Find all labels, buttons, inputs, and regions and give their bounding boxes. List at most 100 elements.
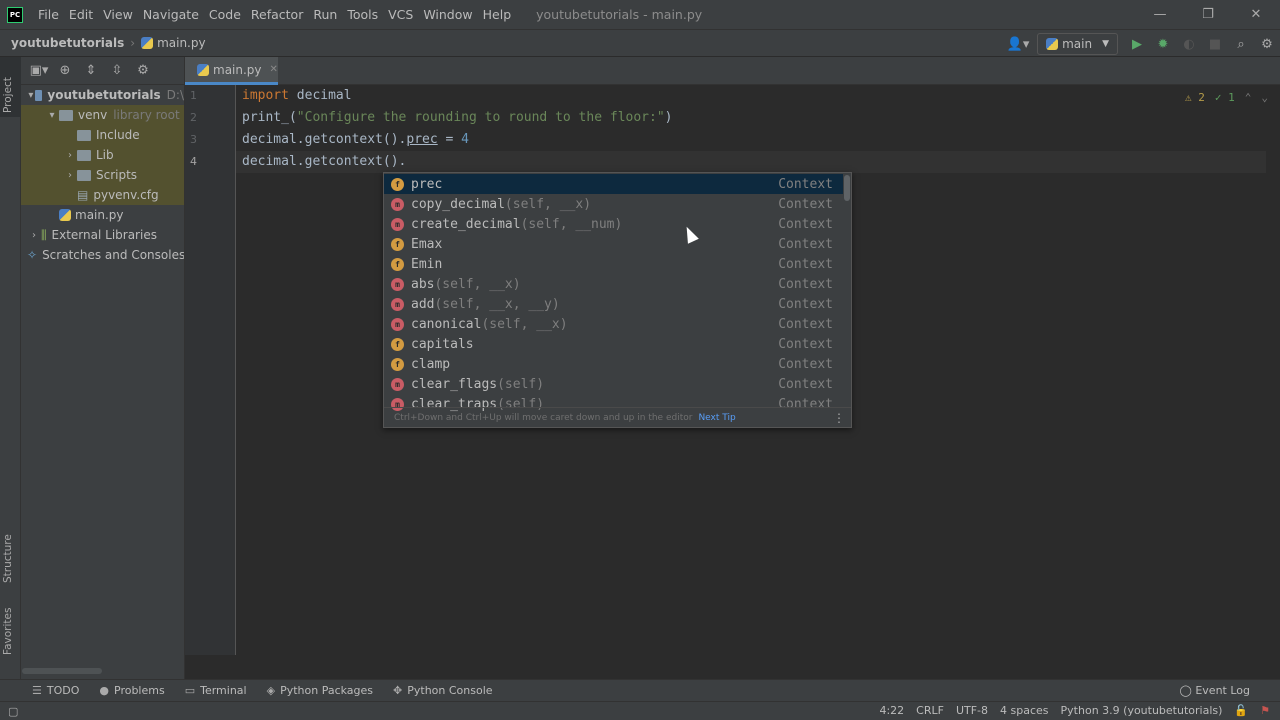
tree-item[interactable]: main.py — [21, 205, 184, 225]
completion-name: capitals — [411, 336, 474, 352]
chevron-up-icon[interactable]: ⌃ — [1245, 91, 1252, 104]
tree-item[interactable]: › ⫼ External Libraries — [21, 225, 184, 245]
field-icon: f — [391, 257, 404, 271]
horizontal-scrollbar[interactable] — [22, 668, 102, 674]
run-config-selector[interactable]: main ▼ — [1037, 33, 1118, 55]
python-interpreter[interactable]: Python 3.9 (youtubetutorials) — [1061, 704, 1223, 717]
completion-type: Context — [778, 376, 833, 392]
completion-item[interactable]: f clamp Context — [384, 354, 843, 374]
locate-icon[interactable]: ⊕ — [55, 61, 75, 81]
completion-item[interactable]: f capitals Context — [384, 334, 843, 354]
completion-item[interactable]: f prec Context — [384, 174, 843, 194]
menu-refactor[interactable]: Refactor — [246, 7, 308, 22]
menu-edit[interactable]: Edit — [64, 7, 98, 22]
expand-arrow-icon[interactable]: ▾ — [27, 90, 35, 101]
project-toolbar: ▣▾ ⊕ ⇕ ⇳ ⚙ — [21, 57, 184, 85]
completion-type: Context — [778, 276, 833, 292]
search-icon[interactable]: ⌕ — [1228, 31, 1254, 57]
menu-help[interactable]: Help — [478, 7, 517, 22]
next-tip-link[interactable]: Next Tip — [698, 413, 735, 423]
close-tab-icon[interactable]: ✕ — [270, 64, 278, 75]
tree-item[interactable]: › Scripts — [21, 165, 184, 185]
tab-main-py[interactable]: main.py ✕ — [185, 57, 278, 85]
completion-name: Emax — [411, 236, 443, 252]
completion-name: create_decimal — [411, 216, 521, 232]
completion-item[interactable]: m create_decimal (self, __num) Context — [384, 214, 843, 234]
tree-item[interactable]: ▾ venv library root — [21, 105, 184, 125]
completion-hint: Ctrl+Down and Ctrl+Up will move caret do… — [394, 412, 693, 423]
favorites-side-tab[interactable]: Favorites — [2, 608, 14, 655]
completion-item[interactable]: m clear_flags (self) Context — [384, 374, 843, 394]
file-encoding[interactable]: UTF-8 — [956, 704, 988, 717]
completion-item[interactable]: f Emax Context — [384, 234, 843, 254]
debug-icon[interactable]: ✹ — [1150, 31, 1176, 57]
expand-arrow-icon[interactable]: › — [27, 230, 41, 241]
minimize-icon[interactable]: — — [1136, 0, 1184, 29]
menu-run[interactable]: Run — [308, 7, 342, 22]
notification-icon[interactable]: ⚑ — [1260, 704, 1270, 717]
python-console-tool[interactable]: ✥ Python Console — [393, 684, 493, 697]
todo-tool[interactable]: ☰ TODO — [32, 684, 79, 697]
menu-navigate[interactable]: Navigate — [138, 7, 204, 22]
restore-icon[interactable]: ❐ — [1184, 0, 1232, 29]
indent-setting[interactable]: 4 spaces — [1000, 704, 1049, 717]
menu-file[interactable]: File — [33, 7, 64, 22]
tree-item[interactable]: ✧ Scratches and Consoles — [21, 245, 184, 265]
breadcrumb-separator-icon: › — [130, 36, 136, 50]
tree-item-hint: D:\ — [166, 88, 184, 102]
tab-label: main.py — [213, 62, 262, 77]
coverage-icon[interactable]: ◐ — [1176, 31, 1202, 57]
run-icon[interactable]: ▶ — [1124, 31, 1150, 57]
caret-position[interactable]: 4:22 — [879, 704, 904, 717]
run-config-label: main — [1062, 37, 1093, 51]
line-separator[interactable]: CRLF — [916, 704, 944, 717]
user-icon[interactable]: 👤▾ — [1005, 31, 1031, 57]
menu-bar: PC File Edit View Navigate Code Refactor… — [0, 0, 1280, 29]
completion-item[interactable]: m canonical (self, __x) Context — [384, 314, 843, 334]
completion-footer: Ctrl+Down and Ctrl+Up will move caret do… — [384, 407, 851, 427]
gear-icon[interactable]: ⚙ — [133, 61, 153, 81]
lock-icon[interactable]: 🔓 — [1234, 704, 1248, 717]
project-view-icon[interactable]: ▣▾ — [29, 61, 49, 81]
tree-item[interactable]: › Lib — [21, 145, 184, 165]
settings-icon[interactable]: ⚙ — [1254, 31, 1280, 57]
completion-name: abs — [411, 276, 435, 292]
expand-arrow-icon[interactable]: ▾ — [45, 110, 59, 121]
line-number: 1 — [190, 89, 197, 102]
more-options-icon[interactable]: ⋮ — [833, 411, 845, 425]
problems-tool[interactable]: ● Problems — [99, 684, 164, 697]
line-number: 2 — [190, 111, 197, 124]
structure-side-tab[interactable]: Structure — [2, 534, 14, 583]
completion-item[interactable]: f Emin Context — [384, 254, 843, 274]
event-log-button[interactable]: ◯ Event Log — [1180, 684, 1250, 697]
inspection-widget[interactable]: ⚠ 2 ✓ 1 ⌃ ⌄ — [1185, 91, 1268, 104]
completion-item[interactable]: m abs (self, __x) Context — [384, 274, 843, 294]
tree-item[interactable]: ▾ youtubetutorials D:\ — [21, 85, 184, 105]
project-side-tab[interactable]: Project — [2, 77, 14, 113]
menu-code[interactable]: Code — [204, 7, 246, 22]
collapse-all-icon[interactable]: ⇳ — [107, 61, 127, 81]
completion-scrollbar[interactable] — [844, 175, 850, 201]
terminal-tool[interactable]: ▭ Terminal — [185, 684, 247, 697]
completion-item[interactable]: m add (self, __x, __y) Context — [384, 294, 843, 314]
stop-icon[interactable]: ■ — [1202, 31, 1228, 57]
tree-item[interactable]: Include — [21, 125, 184, 145]
close-icon[interactable]: ✕ — [1232, 0, 1280, 29]
menu-view[interactable]: View — [98, 7, 138, 22]
expand-arrow-icon[interactable]: › — [63, 150, 77, 161]
toggle-tool-windows-icon[interactable]: ▢ — [8, 705, 18, 718]
tree-item[interactable]: ▤ pyvenv.cfg — [21, 185, 184, 205]
menu-vcs[interactable]: VCS — [383, 7, 418, 22]
expand-all-icon[interactable]: ⇕ — [81, 61, 101, 81]
menu-window[interactable]: Window — [418, 7, 477, 22]
info-icon: ● — [99, 684, 109, 697]
menu-tools[interactable]: Tools — [342, 7, 383, 22]
breadcrumb-project[interactable]: youtubetutorials — [11, 36, 124, 50]
breadcrumb-file[interactable]: main.py — [157, 36, 206, 50]
completion-item[interactable]: m copy_decimal (self, __x) Context — [384, 194, 843, 214]
expand-arrow-icon[interactable]: › — [63, 170, 77, 181]
python-packages-tool[interactable]: ◈ Python Packages — [267, 684, 373, 697]
status-bar: ▢ 4:22 CRLF UTF-8 4 spaces Python 3.9 (y… — [0, 701, 1280, 720]
chevron-down-icon: ▼ — [1102, 39, 1109, 49]
chevron-down-icon[interactable]: ⌄ — [1261, 91, 1268, 104]
